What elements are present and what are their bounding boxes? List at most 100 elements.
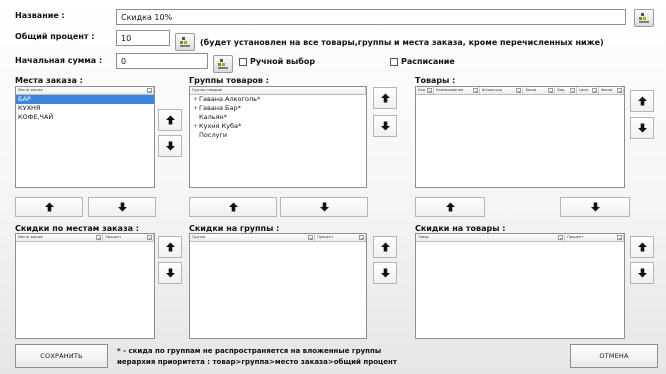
products-add-button[interactable]	[415, 197, 485, 217]
group-discounts-column-header[interactable]: Группа	[190, 234, 316, 241]
places-move-down-button[interactable]	[158, 135, 182, 157]
checkbox-box[interactable]	[239, 57, 247, 66]
place-discounts-column-header[interactable]: Место заказа	[16, 234, 104, 241]
groups-add-button[interactable]	[189, 197, 277, 217]
groups-remove-button[interactable]	[280, 197, 368, 217]
tree-item[interactable]: +Гавана Алкоголь*	[190, 95, 366, 104]
chevron-down-icon[interactable]	[308, 235, 314, 240]
chevron-down-icon[interactable]	[359, 235, 364, 240]
group-discounts-table[interactable]: Группа Процент	[189, 233, 367, 339]
tree-item[interactable]: +Гавана Бар*	[190, 104, 366, 113]
percent-label: Общий процент :	[15, 32, 95, 41]
tree-item[interactable]: +Кухня Куба*	[190, 122, 366, 131]
products-column-header[interactable]: Наименование	[434, 87, 480, 94]
places-move-up-button[interactable]	[158, 109, 182, 131]
tree-item[interactable]: Послуги	[190, 131, 366, 140]
products-label: Товары :	[415, 76, 456, 85]
checkbox-box[interactable]	[390, 57, 398, 66]
product-discounts-table[interactable]: Товар Процент	[415, 233, 625, 339]
places-list[interactable]: Места заказа БАР КУХНЯ КОФЕ,ЧАЙ	[15, 86, 155, 188]
arrow-down-icon	[380, 121, 390, 131]
group-discounts-down-button[interactable]	[373, 262, 397, 284]
footer-note-line2: иерархия приоритета : товар>группа>место…	[117, 358, 397, 366]
arrow-down-icon	[165, 268, 175, 278]
schedule-checkbox[interactable]: Расписание	[390, 57, 455, 66]
arrow-up-icon	[380, 242, 390, 252]
products-column-header[interactable]: Штрих-код	[480, 87, 524, 94]
products-column-header[interactable]: Весов	[523, 87, 556, 94]
chevron-down-icon[interactable]	[426, 88, 432, 93]
arrow-up-icon	[637, 242, 647, 252]
cancel-button[interactable]: ОТМЕНА	[570, 344, 658, 368]
product-discounts-label: Скидки на товары :	[415, 224, 506, 233]
groups-move-up-button[interactable]	[373, 87, 397, 109]
groups-move-down-button[interactable]	[373, 115, 397, 137]
chevron-down-icon[interactable]	[472, 88, 478, 93]
name-label: Название :	[15, 11, 65, 20]
products-move-down-button[interactable]	[630, 117, 654, 139]
arrow-down-icon	[637, 123, 647, 133]
places-column-header[interactable]: Места заказа	[16, 87, 154, 94]
place-discounts-column-header[interactable]: Процент	[103, 234, 154, 241]
start-sum-input[interactable]: 0	[116, 53, 208, 69]
arrow-down-icon	[380, 268, 390, 278]
tree-item[interactable]: Кальян*	[190, 113, 366, 122]
chevron-down-icon[interactable]	[592, 88, 598, 93]
chevron-down-icon[interactable]	[558, 235, 564, 240]
group-discounts-up-button[interactable]	[373, 236, 397, 258]
save-button[interactable]: СОХРАНИТЬ	[15, 344, 108, 368]
chevron-down-icon[interactable]	[147, 88, 152, 93]
list-item[interactable]: КОФЕ,ЧАЙ	[16, 113, 154, 122]
list-item[interactable]: КУХНЯ	[16, 104, 154, 113]
products-column-header[interactable]: Вид	[555, 87, 578, 94]
product-discounts-up-button[interactable]	[630, 236, 654, 258]
products-table[interactable]: Код Наименование Штрих-код Весов Вид Цен…	[415, 86, 625, 188]
calculator-icon	[218, 59, 228, 69]
products-column-header[interactable]: Цена	[577, 87, 600, 94]
arrow-up-icon	[228, 202, 238, 212]
products-remove-button[interactable]	[560, 197, 630, 217]
name-calc-button[interactable]	[634, 9, 654, 27]
list-item[interactable]: БАР	[16, 95, 154, 104]
arrow-up-icon	[44, 202, 54, 212]
groups-tree[interactable]: Группы товаров +Гавана Алкоголь* +Гавана…	[189, 86, 367, 188]
arrow-up-icon	[380, 93, 390, 103]
products-column-header[interactable]: Фасов	[599, 87, 624, 94]
chevron-down-icon[interactable]	[147, 235, 152, 240]
start-sum-calc-button[interactable]	[213, 55, 233, 73]
chevron-down-icon[interactable]	[570, 88, 576, 93]
start-sum-label: Начальная сумма :	[15, 56, 103, 65]
products-column-header[interactable]: Код	[416, 87, 434, 94]
place-discounts-label: Скидки по местам заказа :	[15, 224, 139, 233]
place-discounts-up-button[interactable]	[158, 236, 182, 258]
manual-checkbox-label: Ручной выбор	[250, 57, 316, 66]
arrow-down-icon	[117, 202, 127, 212]
product-discounts-down-button[interactable]	[630, 262, 654, 284]
place-discounts-table[interactable]: Место заказа Процент	[15, 233, 155, 339]
products-move-up-button[interactable]	[630, 90, 654, 112]
chevron-down-icon[interactable]	[96, 235, 102, 240]
arrow-down-icon	[637, 268, 647, 278]
product-discounts-column-header[interactable]: Товар	[416, 234, 566, 241]
chevron-down-icon[interactable]	[516, 88, 522, 93]
chevron-down-icon[interactable]	[617, 88, 623, 93]
places-add-button[interactable]	[15, 197, 83, 217]
product-discounts-column-header[interactable]: Процент	[565, 234, 624, 241]
groups-column-header[interactable]: Группы товаров	[190, 87, 366, 94]
chevron-down-icon[interactable]	[548, 88, 554, 93]
arrow-up-icon	[165, 115, 175, 125]
group-discounts-column-header[interactable]: Процент	[315, 234, 366, 241]
chevron-down-icon[interactable]	[617, 235, 622, 240]
schedule-checkbox-label: Расписание	[401, 57, 455, 66]
manual-checkbox[interactable]: Ручной выбор	[239, 57, 315, 66]
footer-note-line1: * - скида по группам не распространяется…	[117, 347, 382, 355]
places-remove-button[interactable]	[88, 197, 156, 217]
name-input[interactable]: Скидка 10%	[116, 9, 626, 25]
arrow-up-icon	[165, 242, 175, 252]
group-discounts-label: Скидки на группы :	[189, 224, 280, 233]
place-discounts-down-button[interactable]	[158, 262, 182, 284]
arrow-up-icon	[445, 202, 455, 212]
percent-input[interactable]: 10	[116, 30, 170, 46]
percent-calc-button[interactable]	[175, 33, 195, 51]
arrow-down-icon	[165, 141, 175, 151]
